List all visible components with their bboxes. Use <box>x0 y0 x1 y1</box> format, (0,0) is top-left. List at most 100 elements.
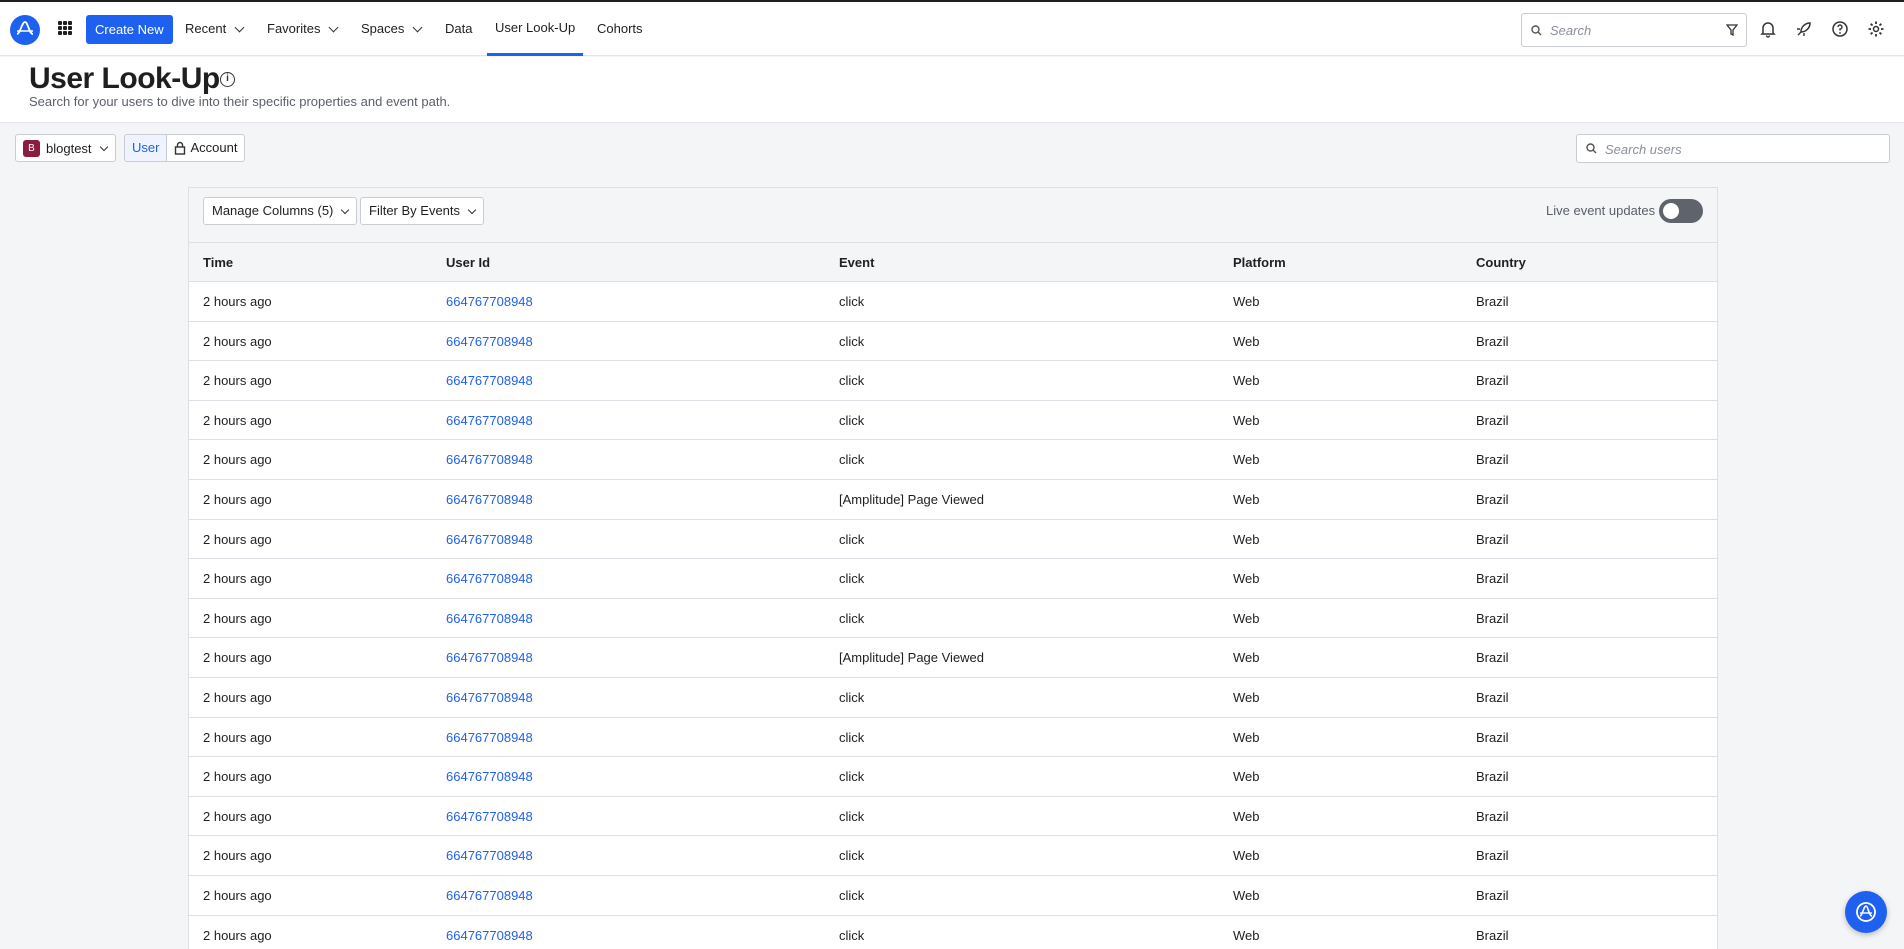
cell-user-id[interactable]: 664767708948 <box>446 611 533 626</box>
table-row[interactable]: 2 hours ago 664767708948 click Web Brazil <box>189 757 1717 797</box>
cell-user-id[interactable]: 664767708948 <box>446 730 533 745</box>
column-header-time[interactable]: Time <box>203 255 233 270</box>
table-row[interactable]: 2 hours ago 664767708948 click Web Brazil <box>189 598 1717 639</box>
cell-user-id[interactable]: 664767708948 <box>446 690 533 705</box>
cell-time: 2 hours ago <box>203 294 272 309</box>
cell-platform: Web <box>1233 769 1260 785</box>
table-row[interactable]: 2 hours ago 664767708948 click Web Brazil <box>189 677 1717 718</box>
cell-user-id[interactable]: 664767708948 <box>446 452 533 467</box>
cell-user-id[interactable]: 664767708948 <box>446 928 533 943</box>
filter-by-events-button[interactable]: Filter By Events <box>360 197 485 225</box>
filter-icon[interactable] <box>1726 24 1738 36</box>
cell-user-id[interactable]: 664767708948 <box>446 413 533 428</box>
entity-toggle: User Account <box>124 134 246 162</box>
segment-account[interactable]: Account <box>167 135 244 161</box>
cell-platform: Web <box>1233 927 1260 943</box>
cell-time: 2 hours ago <box>203 689 272 705</box>
assistant-button[interactable] <box>1845 891 1887 933</box>
nav-recent-label: Recent <box>185 21 227 36</box>
live-event-updates-label: Live event updates <box>1546 203 1656 218</box>
project-selector[interactable]: B blogtest <box>15 134 116 162</box>
chevron-down-icon <box>99 142 108 151</box>
column-header-user-id[interactable]: User Id <box>446 255 490 270</box>
table-toolbar: Manage Columns (5) Filter By Events Live… <box>189 188 1717 243</box>
cell-country: Brazil <box>1476 571 1509 587</box>
nav-favorites[interactable]: Favorites <box>267 2 339 56</box>
cell-time: 2 hours ago <box>203 333 272 349</box>
cell-platform: Web <box>1233 294 1260 309</box>
table-row[interactable]: 2 hours ago 664767708948 click Web Brazil <box>189 321 1717 362</box>
help-icon[interactable] <box>1831 20 1849 38</box>
nav-spaces[interactable]: Spaces <box>361 2 423 56</box>
column-header-event[interactable]: Event <box>839 255 874 270</box>
table-row[interactable]: 2 hours ago 664767708948 click Web Brazil <box>189 361 1717 401</box>
table-row[interactable]: 2 hours ago 664767708948 click Web Brazil <box>189 559 1717 599</box>
amplitude-logo-icon[interactable] <box>10 15 40 45</box>
cell-country: Brazil <box>1476 333 1509 349</box>
cell-platform: Web <box>1233 650 1260 666</box>
cell-user-id[interactable]: 664767708948 <box>446 492 533 507</box>
cell-event: click <box>839 531 865 547</box>
cell-user-id[interactable]: 664767708948 <box>446 373 533 388</box>
column-header-platform[interactable]: Platform <box>1233 255 1286 270</box>
table-row[interactable]: 2 hours ago 664767708948 [Amplitude] Page … <box>189 479 1717 520</box>
cell-event: click <box>839 927 865 943</box>
info-icon[interactable]: i <box>220 72 235 87</box>
table-row[interactable]: 2 hours ago 664767708948 [Amplitude] Page … <box>189 638 1717 678</box>
cell-user-id[interactable]: 664767708948 <box>446 769 533 784</box>
nav-user-lookup[interactable]: User Look-Up <box>487 2 584 56</box>
cell-platform: Web <box>1233 333 1260 349</box>
cell-event: click <box>839 887 865 903</box>
cell-country: Brazil <box>1476 769 1509 785</box>
cell-event: click <box>839 769 865 785</box>
cell-user-id[interactable]: 664767708948 <box>446 294 533 309</box>
events-table-card: Manage Columns (5) Filter By Events Live… <box>188 187 1718 949</box>
nav-recent[interactable]: Recent <box>185 2 245 56</box>
cell-event: click <box>839 571 865 587</box>
toggle-knob <box>1663 203 1679 219</box>
table-row[interactable]: 2 hours ago 664767708948 click Web Brazil <box>189 796 1717 837</box>
manage-columns-button[interactable]: Manage Columns (5) <box>203 197 358 225</box>
global-search-input[interactable]: Search <box>1521 13 1747 47</box>
search-users-input[interactable]: Search users <box>1576 134 1890 163</box>
table-row[interactable]: 2 hours ago 664767708948 click Web Brazil <box>189 440 1717 480</box>
gear-icon[interactable] <box>1867 20 1885 38</box>
table-row[interactable]: 2 hours ago 664767708948 click Web Brazil <box>189 282 1717 322</box>
cell-user-id[interactable]: 664767708948 <box>446 650 533 665</box>
cell-platform: Web <box>1233 531 1260 547</box>
cell-event: click <box>839 808 865 824</box>
cell-user-id[interactable]: 664767708948 <box>446 848 533 863</box>
chevron-down-icon <box>341 205 350 214</box>
cell-time: 2 hours ago <box>203 650 272 666</box>
nav-cohorts[interactable]: Cohorts <box>597 2 643 56</box>
cell-user-id[interactable]: 664767708948 <box>446 809 533 824</box>
table-row[interactable]: 2 hours ago 664767708948 click Web Brazil <box>189 400 1717 441</box>
cell-time: 2 hours ago <box>203 887 272 903</box>
cell-event: click <box>839 452 865 468</box>
cell-user-id[interactable]: 664767708948 <box>446 571 533 586</box>
table-row[interactable]: 2 hours ago 664767708948 click Web Brazil <box>189 915 1717 949</box>
nav-cohorts-label: Cohorts <box>597 21 643 36</box>
cell-user-id[interactable]: 664767708948 <box>446 334 533 349</box>
chevron-down-icon <box>412 22 423 32</box>
table-row[interactable]: 2 hours ago 664767708948 click Web Brazil <box>189 875 1717 916</box>
cell-platform: Web <box>1233 452 1260 468</box>
app-grid-icon[interactable] <box>58 21 72 35</box>
segment-user[interactable]: User <box>125 135 168 161</box>
cell-platform: Web <box>1233 729 1260 745</box>
cell-platform: Web <box>1233 848 1260 864</box>
cell-user-id[interactable]: 664767708948 <box>446 532 533 547</box>
nav-data[interactable]: Data <box>445 2 472 56</box>
cell-user-id[interactable]: 664767708948 <box>446 888 533 903</box>
search-users-placeholder: Search users <box>1605 142 1682 157</box>
live-event-updates-toggle[interactable] <box>1659 199 1703 223</box>
column-header-country[interactable]: Country <box>1476 255 1526 270</box>
rocket-icon[interactable] <box>1795 20 1813 38</box>
top-nav-bar: Create New Recent Favorites Spaces Data … <box>0 0 1904 56</box>
create-new-button[interactable]: Create New <box>86 15 173 44</box>
bell-icon[interactable] <box>1759 20 1777 38</box>
table-row[interactable]: 2 hours ago 664767708948 click Web Brazil <box>189 836 1717 876</box>
cell-event: click <box>839 294 865 309</box>
table-row[interactable]: 2 hours ago 664767708948 click Web Brazil <box>189 717 1717 758</box>
table-row[interactable]: 2 hours ago 664767708948 click Web Brazil <box>189 519 1717 560</box>
